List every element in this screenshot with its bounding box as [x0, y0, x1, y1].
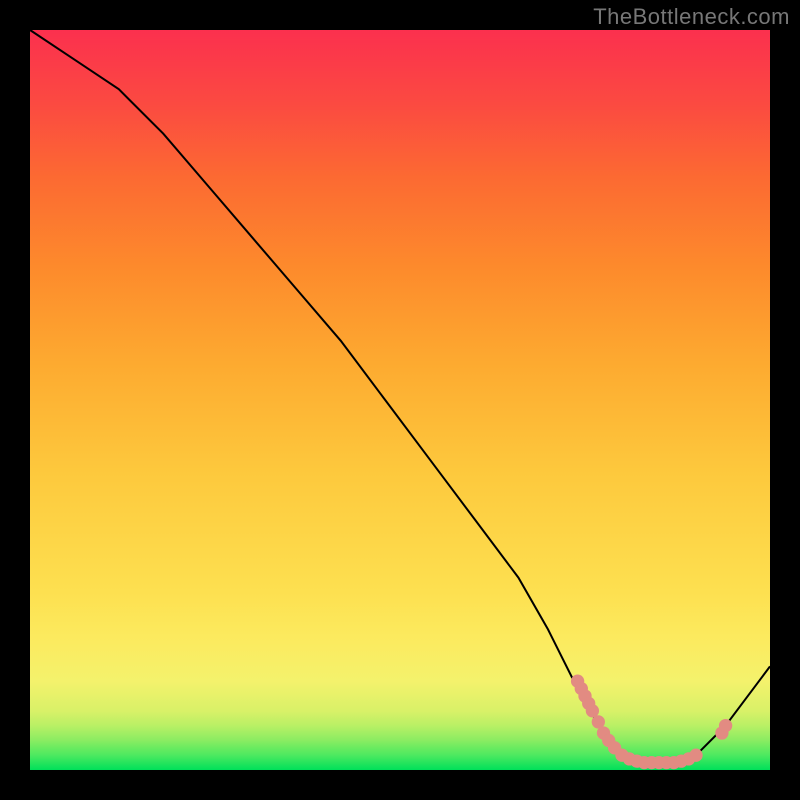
highlight-dot — [689, 749, 702, 762]
highlight-dot — [719, 719, 732, 732]
bottleneck-curve — [30, 30, 770, 763]
highlight-dots — [571, 675, 732, 770]
watermark-text: TheBottleneck.com — [593, 4, 790, 30]
chart-frame: TheBottleneck.com — [0, 0, 800, 800]
plot-area — [30, 30, 770, 770]
chart-svg — [30, 30, 770, 770]
